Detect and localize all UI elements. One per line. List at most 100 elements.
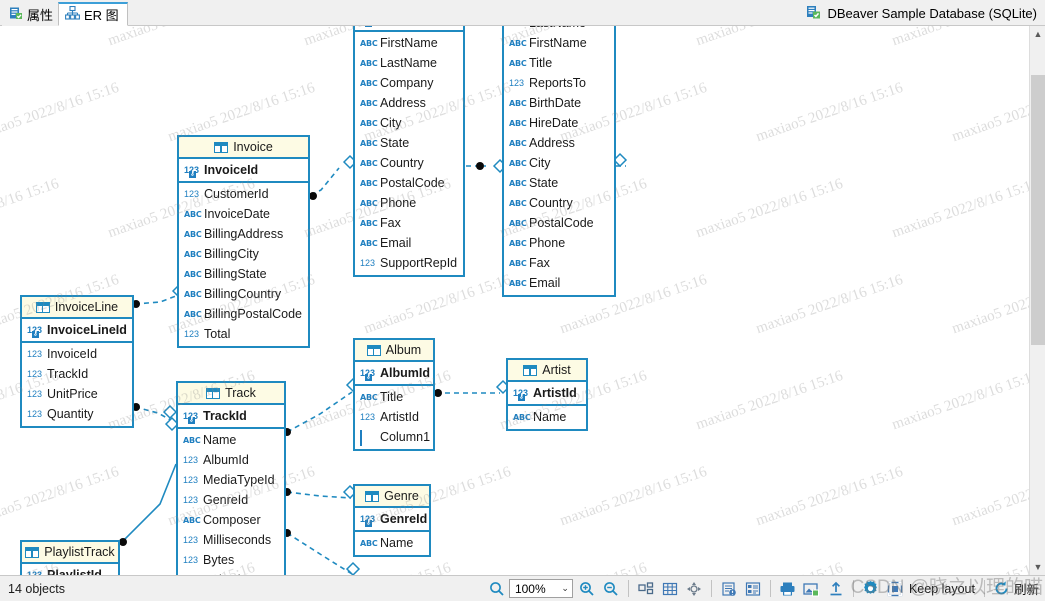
column-row[interactable]: ABC BillingCountry (179, 284, 308, 304)
export-icon[interactable] (824, 577, 848, 601)
column-row[interactable]: 123 ⚷ GenreId (355, 509, 429, 529)
entity-header[interactable]: Genre (355, 486, 429, 508)
print-icon[interactable] (776, 577, 800, 601)
column-row[interactable]: ABCLastName (504, 26, 614, 33)
entity-album[interactable]: Album 123 ⚷ AlbumId ABC Title 123 ArtistId Colum… (353, 338, 435, 451)
column-row[interactable]: ABC State (355, 133, 463, 153)
column-row[interactable]: ABC BillingPostalCode (179, 304, 308, 324)
column-row[interactable]: 123 UnitPrice (178, 570, 284, 575)
entity-track[interactable]: Track 123 ⚷ TrackId ABC Name 123 AlbumId 123 Medi… (176, 381, 286, 575)
column-row[interactable]: ABC Name (178, 430, 284, 450)
column-row[interactable]: ABC City (355, 113, 463, 133)
save-image-icon[interactable] (800, 577, 824, 601)
column-row[interactable]: 123 AlbumId (178, 450, 284, 470)
column-row[interactable]: ABC HireDate (504, 113, 614, 133)
column-row[interactable]: 123 GenreId (178, 490, 284, 510)
column-row[interactable]: ABC City (504, 153, 614, 173)
entity-header[interactable]: Album (355, 340, 433, 362)
column-row[interactable]: ABC Email (355, 233, 463, 253)
keep-layout-label[interactable]: Keep layout (909, 582, 975, 596)
settings-icon[interactable] (859, 577, 883, 601)
column-row[interactable]: ABC Email (504, 273, 614, 293)
column-row[interactable]: 123 ⚷ AlbumId (355, 363, 433, 383)
fit-diagram-icon[interactable] (634, 577, 658, 601)
entity-header[interactable]: Invoice (179, 137, 308, 159)
column-row[interactable]: 123 ReportsTo (504, 73, 614, 93)
column-row[interactable]: ABC Address (355, 93, 463, 113)
column-row[interactable]: ABC BillingCity (179, 244, 308, 264)
column-row[interactable]: ABC FirstName (355, 33, 463, 53)
zoom-in-icon[interactable] (575, 577, 599, 601)
column-row[interactable]: ABC PostalCode (504, 213, 614, 233)
column-row[interactable]: ABC BillingState (179, 264, 308, 284)
column-row[interactable]: ABC Composer (178, 510, 284, 530)
column-row[interactable]: ABC Country (504, 193, 614, 213)
entity-customer[interactable]: Customer123⚷CustomerIdABCFirstNameABCLas… (353, 26, 465, 277)
column-row[interactable]: 123 CustomerId (179, 184, 308, 204)
chevron-down-icon[interactable]: ⌄ (561, 583, 569, 594)
column-row[interactable]: ABC BillingAddress (179, 224, 308, 244)
entity-artist[interactable]: Artist 123 ⚷ ArtistId ABC Name (506, 358, 588, 431)
column-row[interactable]: ABC Address (504, 133, 614, 153)
column-row[interactable]: 123 InvoiceId (22, 344, 132, 364)
refresh-icon[interactable] (990, 577, 1014, 601)
column-row[interactable]: ABC PostalCode (355, 173, 463, 193)
column-row[interactable]: ABC Fax (504, 253, 614, 273)
column-row[interactable]: ABC Title (504, 53, 614, 73)
column-row[interactable]: 123 Total (179, 324, 308, 344)
column-row[interactable]: ABC Phone (504, 233, 614, 253)
show-columns-icon[interactable] (741, 577, 765, 601)
show-comments-icon[interactable] (717, 577, 741, 601)
column-row[interactable]: 123 Bytes (178, 550, 284, 570)
entity-invoiceline[interactable]: InvoiceLine 123 ⚷ InvoiceLineId 123 InvoiceId… (20, 295, 134, 428)
column-row[interactable]: ABC Phone (355, 193, 463, 213)
column-row[interactable]: ABC FirstName (504, 33, 614, 53)
keep-layout-icon[interactable] (883, 577, 907, 601)
canvas-vertical-scrollbar[interactable]: ▲ ▼ (1029, 26, 1045, 575)
column-row[interactable]: ABC Country (355, 153, 463, 173)
entity-employee[interactable]: Employee123⚷EmployeeIdABCLastNameABCFirs… (502, 26, 616, 297)
search-icon[interactable] (485, 577, 509, 601)
column-row[interactable]: 123 ⚷ ArtistId (508, 383, 586, 403)
zoom-out-icon[interactable] (599, 577, 623, 601)
column-row[interactable]: ABC InvoiceDate (179, 204, 308, 224)
refresh-label[interactable]: 刷新 (1014, 579, 1039, 598)
entity-invoice[interactable]: Invoice 123 ⚷ InvoiceId 123 CustomerId ABC Invo… (177, 135, 310, 348)
layout-icon[interactable] (682, 577, 706, 601)
column-row[interactable]: ABC Company (355, 73, 463, 93)
scroll-down-icon[interactable]: ▼ (1030, 559, 1045, 575)
column-row[interactable]: ABC Title (355, 387, 433, 407)
column-row[interactable]: ABC Fax (355, 213, 463, 233)
column-row[interactable]: 123 Milliseconds (178, 530, 284, 550)
entity-header[interactable]: Artist (508, 360, 586, 382)
entity-header[interactable]: Track (178, 383, 284, 405)
column-row[interactable]: 123 ⚷ TrackId (178, 406, 284, 426)
entity-genre[interactable]: Genre 123 ⚷ GenreId ABC Name (353, 484, 431, 557)
entity-header[interactable]: InvoiceLine (22, 297, 132, 319)
scrollbar-thumb[interactable] (1031, 75, 1045, 345)
grid-icon[interactable] (658, 577, 682, 601)
column-row[interactable]: ABCLastName (355, 53, 463, 73)
column-row[interactable]: 123⚷ PlaylistId (22, 565, 118, 575)
column-row[interactable]: 123 SupportRepId (355, 253, 463, 273)
column-row[interactable]: ABC Name (508, 407, 586, 427)
column-row[interactable]: 123 TrackId (22, 364, 132, 384)
column-row[interactable]: 123 Quantity (22, 404, 132, 424)
column-row[interactable]: 123 ArtistId (355, 407, 433, 427)
entity-playlisttrack[interactable]: PlaylistTrack123⚷PlaylistId123⚷TrackId (20, 540, 120, 575)
tab-er-diagram[interactable]: ER 图 (58, 2, 128, 26)
column-row[interactable]: ABC BirthDate (504, 93, 614, 113)
column-row[interactable]: 123⚷CustomerId (355, 26, 463, 29)
column-row[interactable]: 123 UnitPrice (22, 384, 132, 404)
column-row[interactable]: 123 ⚷ InvoiceId (179, 160, 308, 180)
zoom-level-combo[interactable]: 100% ⌄ (508, 579, 573, 598)
scroll-up-icon[interactable]: ▲ (1030, 26, 1045, 42)
tab-properties[interactable]: 属性 (2, 2, 63, 26)
er-diagram-canvas[interactable]: Customer123⚷CustomerIdABCFirstNameABCLas… (0, 26, 1029, 575)
column-row[interactable]: 123 ⚷ InvoiceLineId (22, 320, 132, 340)
column-row[interactable]: Column1 (355, 427, 433, 447)
entity-header[interactable]: PlaylistTrack (22, 542, 118, 564)
column-row[interactable]: ABC Name (355, 533, 429, 553)
column-row[interactable]: 123 MediaTypeId (178, 470, 284, 490)
column-row[interactable]: ABC State (504, 173, 614, 193)
